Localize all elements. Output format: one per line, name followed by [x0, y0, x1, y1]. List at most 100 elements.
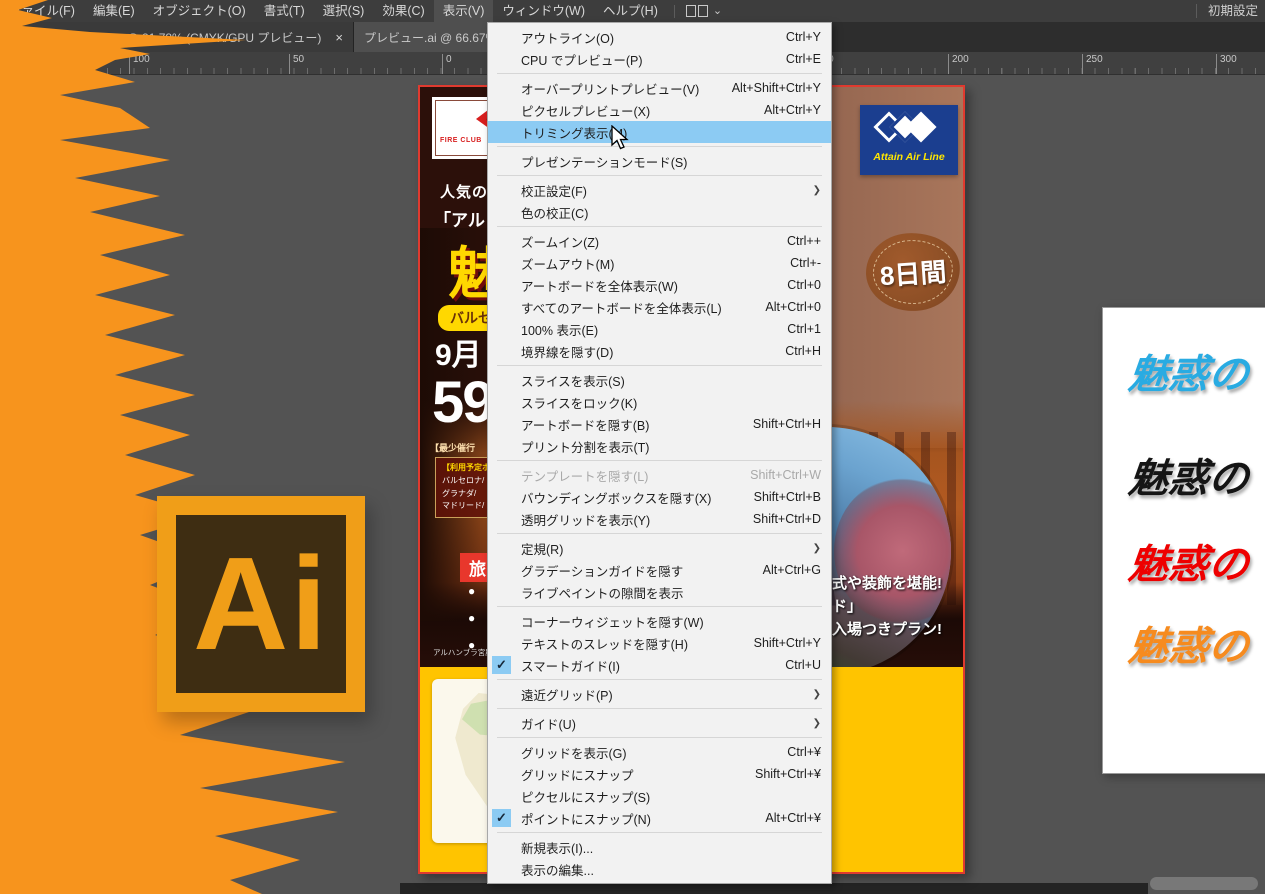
menu-item[interactable]: ✓スマートガイド(I)Ctrl+U	[488, 654, 831, 676]
menu-item[interactable]: 新規表示(I)...	[488, 836, 831, 858]
menu-item[interactable]: 表示の編集...	[488, 858, 831, 880]
menu-item[interactable]: ✓ポイントにスナップ(N)Alt+Ctrl+¥	[488, 807, 831, 829]
menu-item[interactable]: グリッドを表示(G)Ctrl+¥	[488, 741, 831, 763]
flyer-copy-line: 式や装飾を堪能!	[832, 572, 942, 593]
menu-item-label: アートボードを全体表示(W)	[521, 276, 678, 295]
menubar-item[interactable]: ヘルプ(H)	[594, 0, 667, 22]
ruler-label: 0	[446, 54, 452, 65]
menu-item-label: スライスをロック(K)	[521, 393, 637, 412]
submenu-arrow-icon: ❯	[813, 185, 821, 196]
menu-item-label: テンプレートを隠す(L)	[521, 466, 648, 485]
arrange-rect-icon	[698, 5, 708, 17]
menu-item[interactable]: ガイド(U)❯	[488, 712, 831, 734]
menubar-item[interactable]: ウィンドウ(W)	[493, 0, 594, 22]
menu-item[interactable]: ズームアウト(M)Ctrl+-	[488, 252, 831, 274]
menu-item[interactable]: 境界線を隠す(D)Ctrl+H	[488, 340, 831, 362]
menu-item[interactable]: スライスをロック(K)	[488, 391, 831, 413]
menu-separator	[497, 73, 822, 74]
menu-item[interactable]: すべてのアートボードを全体表示(L)Alt+Ctrl+0	[488, 296, 831, 318]
flyer-headline: 人気の	[440, 181, 488, 202]
menu-item-shortcut: Ctrl+1	[787, 322, 821, 336]
menu-item[interactable]: グリッドにスナップShift+Ctrl+¥	[488, 763, 831, 785]
menu-item-label: グラデーションガイドを隠す	[521, 561, 683, 580]
menubar-divider	[674, 5, 675, 18]
bullet-icon: ●	[468, 584, 475, 598]
menu-item[interactable]: テキストのスレッドを隠す(H) Shift+Ctrl+Y	[488, 632, 831, 654]
menu-item[interactable]: スライスを表示(S)	[488, 369, 831, 391]
menu-item-label: プリント分割を表示(T)	[521, 437, 649, 456]
menu-item[interactable]: ピクセルにスナップ(S)	[488, 785, 831, 807]
menu-item[interactable]: 色の校正(C)	[488, 201, 831, 223]
decorated-text-sample: 魅惑の	[1126, 446, 1252, 504]
menubar-item[interactable]: 表示(V)	[434, 0, 494, 22]
menu-item-label: ガイド(U)	[521, 714, 576, 733]
menu-item[interactable]: ライブペイントの隙間を表示	[488, 581, 831, 603]
duration-badge-label: 8日間	[879, 251, 948, 293]
menu-item[interactable]: 100% 表示(E)Ctrl+1	[488, 318, 831, 340]
menu-item[interactable]: コーナーウィジェットを隠す(W)	[488, 610, 831, 632]
view-menu-dropdown: アウトライン(O)Ctrl+YCPU でプレビュー(P)Ctrl+E オーバープリ…	[487, 22, 832, 884]
menu-item-shortcut: Shift+Ctrl+Y	[754, 636, 821, 650]
menubar-item[interactable]: 書式(T)	[255, 0, 314, 22]
menu-item[interactable]: テンプレートを隠す(L)Shift+Ctrl+W	[488, 464, 831, 486]
club-logo-label: FIRE CLUB	[440, 137, 482, 144]
workspace-switcher[interactable]: 初期設定	[1208, 0, 1258, 22]
menu-separator	[497, 533, 822, 534]
menu-item[interactable]: トリミング表示(M)	[488, 121, 831, 143]
menu-item-label: ピクセルプレビュー(X)	[521, 101, 650, 120]
menu-separator	[497, 832, 822, 833]
menu-item-label: CPU でプレビュー(P)	[521, 50, 643, 69]
menu-item-label: グリッドにスナップ	[521, 765, 634, 784]
pasteboard-shade	[400, 883, 1148, 894]
menu-item-shortcut: Shift+Ctrl+H	[753, 417, 821, 431]
menu-item[interactable]: CPU でプレビュー(P)Ctrl+E	[488, 48, 831, 70]
menu-item-label: ピクセルにスナップ(S)	[521, 787, 650, 806]
menu-item[interactable]: グラデーションガイドを隠すAlt+Ctrl+G	[488, 559, 831, 581]
checkmark-icon: ✓	[492, 809, 511, 827]
menu-item-label: バウンディングボックスを隠す(X)	[521, 488, 711, 507]
menu-item[interactable]: 遠近グリッド(P)❯	[488, 683, 831, 705]
submenu-arrow-icon: ❯	[813, 543, 821, 554]
illustrator-logo-text: Ai	[193, 538, 329, 670]
horizontal-scrollbar[interactable]	[1150, 877, 1258, 890]
menu-item[interactable]: アートボードを全体表示(W)Ctrl+0	[488, 274, 831, 296]
menu-item-label: グリッドを表示(G)	[521, 743, 627, 762]
menubar-item[interactable]: 選択(S)	[314, 0, 374, 22]
menubar-item[interactable]: 編集(E)	[84, 0, 144, 22]
menu-item[interactable]: 校正設定(F)❯	[488, 179, 831, 201]
menu-separator	[497, 460, 822, 461]
document-tab[interactable]: @ 81.78% (CMYK/GPU プレビュー) ×	[0, 22, 354, 52]
flyer-copy-line: 入場つきプラン!	[832, 618, 942, 639]
menubar-item[interactable]: 効果(C)	[373, 0, 433, 22]
menu-item[interactable]: ズームイン(Z)Ctrl++	[488, 230, 831, 252]
menu-item-shortcut: Alt+Ctrl+0	[765, 300, 821, 314]
bullet-icon: ●	[468, 611, 475, 625]
menu-item-label: スライスを表示(S)	[521, 371, 625, 390]
illustrator-logo-inner: Ai	[176, 515, 346, 693]
menu-item[interactable]: オーバープリントプレビュー(V)Alt+Shift+Ctrl+Y	[488, 77, 831, 99]
submenu-arrow-icon: ❯	[813, 689, 821, 700]
menu-item[interactable]: アウトライン(O)Ctrl+Y	[488, 26, 831, 48]
flyer-date: 9月	[435, 330, 482, 374]
close-icon[interactable]: ×	[335, 30, 343, 45]
menu-item-shortcut: Shift+Ctrl+B	[754, 490, 821, 504]
menu-item[interactable]: プレゼンテーションモード(S)	[488, 150, 831, 172]
menu-item[interactable]: プリント分割を表示(T)	[488, 435, 831, 457]
menubar-items: ファイル(F)編集(E)オブジェクト(O)書式(T)選択(S)効果(C)表示(V…	[0, 0, 667, 22]
menu-item[interactable]: ピクセルプレビュー(X)Alt+Ctrl+Y	[488, 99, 831, 121]
menu-item-shortcut: Ctrl++	[787, 234, 821, 248]
arrange-rect-icon	[686, 5, 696, 17]
ruler-label: 100	[133, 54, 150, 65]
menubar-item[interactable]: ファイル(F)	[0, 0, 84, 22]
menu-item-label: テキストのスレッドを隠す(H)	[521, 634, 688, 653]
menubar-divider	[1196, 4, 1197, 18]
menu-item[interactable]: 定規(R)❯	[488, 537, 831, 559]
menu-separator	[497, 708, 822, 709]
ruler-label: 50	[293, 54, 304, 65]
airline-logo-label: Attain Air Line	[860, 151, 958, 163]
document-arrange-icon[interactable]: ⌄	[686, 0, 722, 22]
menu-item[interactable]: アートボードを隠す(B)Shift+Ctrl+H	[488, 413, 831, 435]
menubar-item[interactable]: オブジェクト(O)	[144, 0, 255, 22]
menu-item[interactable]: バウンディングボックスを隠す(X) Shift+Ctrl+B	[488, 486, 831, 508]
menu-item[interactable]: 透明グリッドを表示(Y)Shift+Ctrl+D	[488, 508, 831, 530]
